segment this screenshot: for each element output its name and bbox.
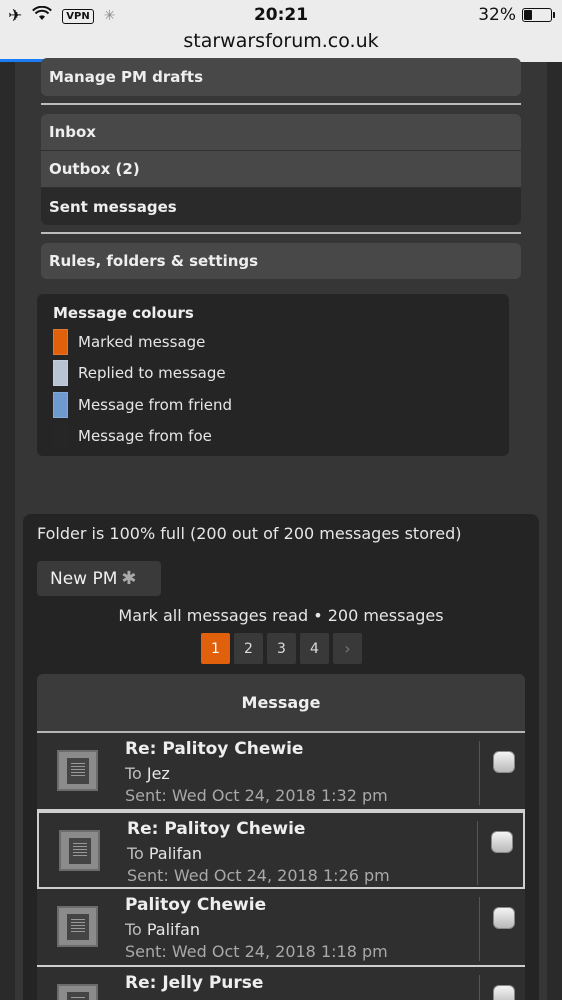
manage-pm-drafts-link[interactable]: Manage PM drafts [41,58,521,96]
column-divider [479,975,480,1000]
select-checkbox[interactable] [493,985,515,1000]
message-table: Message Re: Palitoy Chewie To Jez Sent: W… [37,674,525,1000]
message-read-icon [57,906,98,947]
divider [41,232,521,234]
recipient-name[interactable]: Jez [147,764,170,783]
to-prefix: To [127,844,144,863]
table-row[interactable]: Re: Jelly Purse [37,967,525,1000]
battery-percent: 32% [478,5,516,25]
select-checkbox[interactable] [493,751,515,773]
page-button[interactable]: 1 [201,633,230,664]
inbox-label: Inbox [49,123,96,141]
legend-label: Message from friend [78,395,233,414]
message-sent-time: Sent: Wed Oct 24, 2018 1:26 pm [127,866,390,885]
outbox-label: Outbox (2) [49,160,140,178]
table-row[interactable]: Re: Palitoy Chewie To Palifan Sent: Wed O… [37,811,525,889]
legend-swatch [53,423,68,450]
pagination: 1 2 3 4 › [201,633,362,664]
sent-folder-panel: Folder is 100% full (200 out of 200 mess… [23,514,539,1000]
legend-swatch [53,391,68,418]
message-colours-legend: Message colours Marked message Replied t… [37,294,509,456]
select-checkbox[interactable] [491,831,513,853]
status-icons-right: 32% [478,5,555,25]
message-subject[interactable]: Re: Palitoy Chewie [127,819,305,839]
table-header: Message [37,674,525,733]
divider [41,103,521,105]
to-prefix: To [125,764,142,783]
outbox-link[interactable]: Outbox (2) [41,151,521,188]
rules-folders-settings-link[interactable]: Rules, folders & settings [41,243,521,279]
page-button[interactable]: 4 [300,633,329,664]
legend-item-foe: Message from foe [53,421,493,453]
inbox-link[interactable]: Inbox [41,114,521,151]
rules-folders-settings-label: Rules, folders & settings [49,252,259,270]
folder-status: Folder is 100% full (200 out of 200 mess… [37,524,462,543]
battery-fill [524,10,533,20]
select-checkbox[interactable] [493,907,515,929]
message-recipient: To Jez [125,764,170,783]
to-prefix: To [125,920,142,939]
message-recipient: To Palifan [127,844,202,863]
ucp-container: Manage PM drafts Inbox Outbox (2) Sent m… [15,58,547,1000]
recipient-name[interactable]: Palifan [149,844,202,863]
column-divider [479,741,480,805]
message-sent-time: Sent: Wed Oct 24, 2018 1:32 pm [125,786,388,805]
asterisk-icon: ✱ [121,568,137,589]
legend-item-replied: Replied to message [53,358,493,390]
legend-item-friend: Message from friend [53,389,493,421]
legend-item-marked: Marked message [53,326,493,358]
message-recipient: To Palifan [125,920,200,939]
message-sent-time: Sent: Wed Oct 24, 2018 1:18 pm [125,942,388,961]
table-row[interactable]: Re: Palitoy Chewie To Jez Sent: Wed Oct 2… [37,733,525,811]
manage-pm-drafts-label: Manage PM drafts [49,68,204,86]
pm-folder-list: Inbox Outbox (2) Sent messages [41,114,521,225]
recipient-name[interactable]: Palifan [147,920,200,939]
message-read-icon [57,750,98,791]
legend-label: Replied to message [78,364,226,383]
sent-messages-label: Sent messages [49,197,177,216]
message-subject[interactable]: Palitoy Chewie [125,895,266,915]
legend-swatch [53,360,68,387]
new-pm-button[interactable]: New PM ✱ [37,561,161,596]
message-read-icon [57,984,98,1000]
legend-label: Marked message [78,332,206,351]
message-read-icon [59,830,100,871]
column-divider [477,821,478,885]
new-pm-label: New PM [50,568,118,589]
message-subject[interactable]: Re: Jelly Purse [125,973,263,993]
legend-title: Message colours [53,304,194,322]
battery-icon [522,8,555,22]
legend-swatch [53,328,68,355]
address-bar-url[interactable]: starwarsforum.co.uk [0,30,562,52]
column-divider [479,897,480,961]
next-page-icon[interactable]: › [333,633,362,664]
table-row[interactable]: Palitoy Chewie To Palifan Sent: Wed Oct 2… [37,889,525,967]
status-bar: ✈ VPN ✳ 20:21 32% starwarsforum.co.uk [0,0,562,62]
mark-all-read-link[interactable]: Mark all messages read • 200 messages [23,606,539,625]
legend-label: Message from foe [78,427,212,446]
page-button[interactable]: 2 [234,633,263,664]
sent-messages-link[interactable]: Sent messages [41,188,521,225]
message-subject[interactable]: Re: Palitoy Chewie [125,739,303,759]
page-button[interactable]: 3 [267,633,296,664]
